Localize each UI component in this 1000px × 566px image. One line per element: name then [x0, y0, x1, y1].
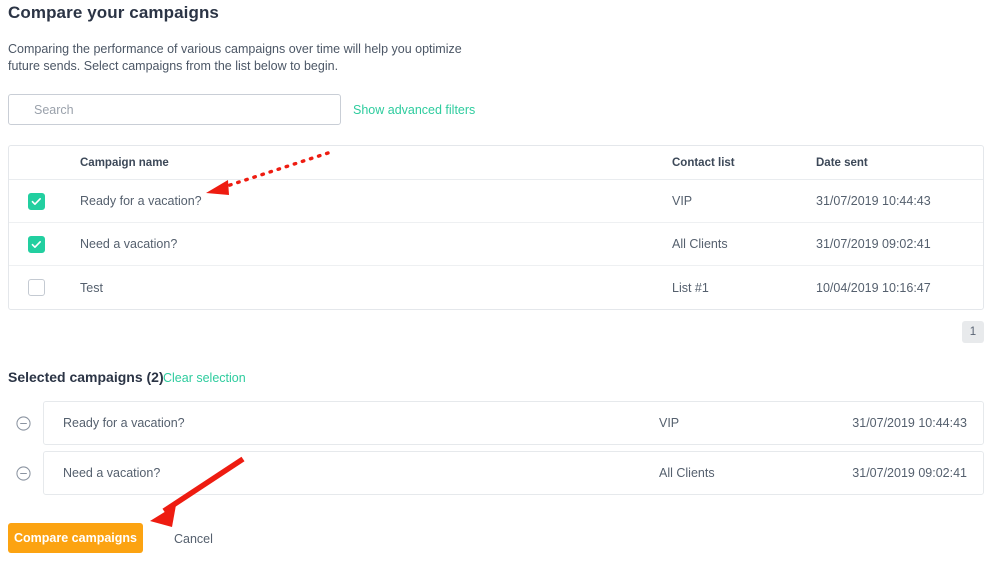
table-cell-campaign-name: Ready for a vacation?: [80, 194, 202, 208]
table-row-select-cell: [9, 192, 80, 210]
table-cell-date-sent: 31/07/2019 10:44:43: [816, 194, 931, 208]
header-cell-campaign-name: Campaign name: [80, 156, 169, 169]
header-cell-contact-list: Contact list: [672, 156, 735, 169]
compare-campaigns-button[interactable]: Compare campaigns: [8, 523, 143, 553]
cancel-button[interactable]: Cancel: [168, 531, 219, 547]
page-title: Compare your campaigns: [8, 3, 219, 22]
selected-campaign-box: Need a vacation? All Clients 31/07/2019 …: [43, 451, 984, 495]
row-checkbox[interactable]: [28, 279, 45, 296]
pagination-page-1[interactable]: 1: [962, 321, 984, 343]
table-row-select-cell: [9, 235, 80, 253]
table-cell-campaign-name: Need a vacation?: [80, 237, 178, 251]
table-cell-contact-list: List #1: [672, 280, 709, 295]
header-cell-date-sent: Date sent: [816, 156, 868, 169]
table-row[interactable]: Test List #1 10/04/2019 10:16:47: [9, 266, 983, 309]
table-cell-date-sent: 31/07/2019 09:02:41: [816, 237, 931, 251]
selected-campaign-box: Ready for a vacation? VIP 31/07/2019 10:…: [43, 401, 984, 445]
page-description: Comparing the performance of various cam…: [8, 42, 462, 73]
table-row[interactable]: Need a vacation? All Clients 31/07/2019 …: [9, 223, 983, 266]
selected-campaign-contact-list: All Clients: [659, 466, 715, 480]
remove-circle-icon[interactable]: [16, 416, 31, 431]
table-cell-campaign-name: Test: [80, 280, 103, 295]
selected-campaign-contact-list: VIP: [659, 416, 680, 430]
row-checkbox[interactable]: [28, 192, 45, 210]
selected-campaigns-list: Ready for a vacation? VIP 31/07/2019 10:…: [0, 401, 1000, 501]
show-advanced-filters-link[interactable]: Show advanced filters: [353, 103, 475, 117]
campaign-table: Campaign name Contact list Date sent Rea…: [8, 145, 984, 310]
row-checkbox[interactable]: [28, 235, 45, 253]
table-cell-date-sent: 10/04/2019 10:16:47: [816, 280, 931, 295]
selected-campaign-row: Ready for a vacation? VIP 31/07/2019 10:…: [0, 401, 1000, 445]
selected-campaign-date-sent: 31/07/2019 10:44:43: [852, 416, 967, 430]
table-row[interactable]: Ready for a vacation? VIP 31/07/2019 10:…: [9, 180, 983, 223]
selected-campaign-name: Need a vacation?: [63, 466, 161, 480]
table-cell-contact-list: VIP: [672, 194, 693, 208]
selected-campaign-date-sent: 31/07/2019 09:02:41: [852, 466, 967, 480]
selected-campaigns-title: Selected campaigns (2): [8, 369, 164, 385]
selected-campaign-name: Ready for a vacation?: [63, 416, 185, 430]
table-row-select-cell: [9, 279, 80, 296]
selected-campaign-row: Need a vacation? All Clients 31/07/2019 …: [0, 451, 1000, 495]
table-header-row: Campaign name Contact list Date sent: [9, 146, 983, 180]
clear-selection-link[interactable]: Clear selection: [163, 371, 246, 385]
search-input[interactable]: [8, 94, 341, 125]
remove-circle-icon[interactable]: [16, 466, 31, 481]
table-cell-contact-list: All Clients: [672, 237, 728, 251]
